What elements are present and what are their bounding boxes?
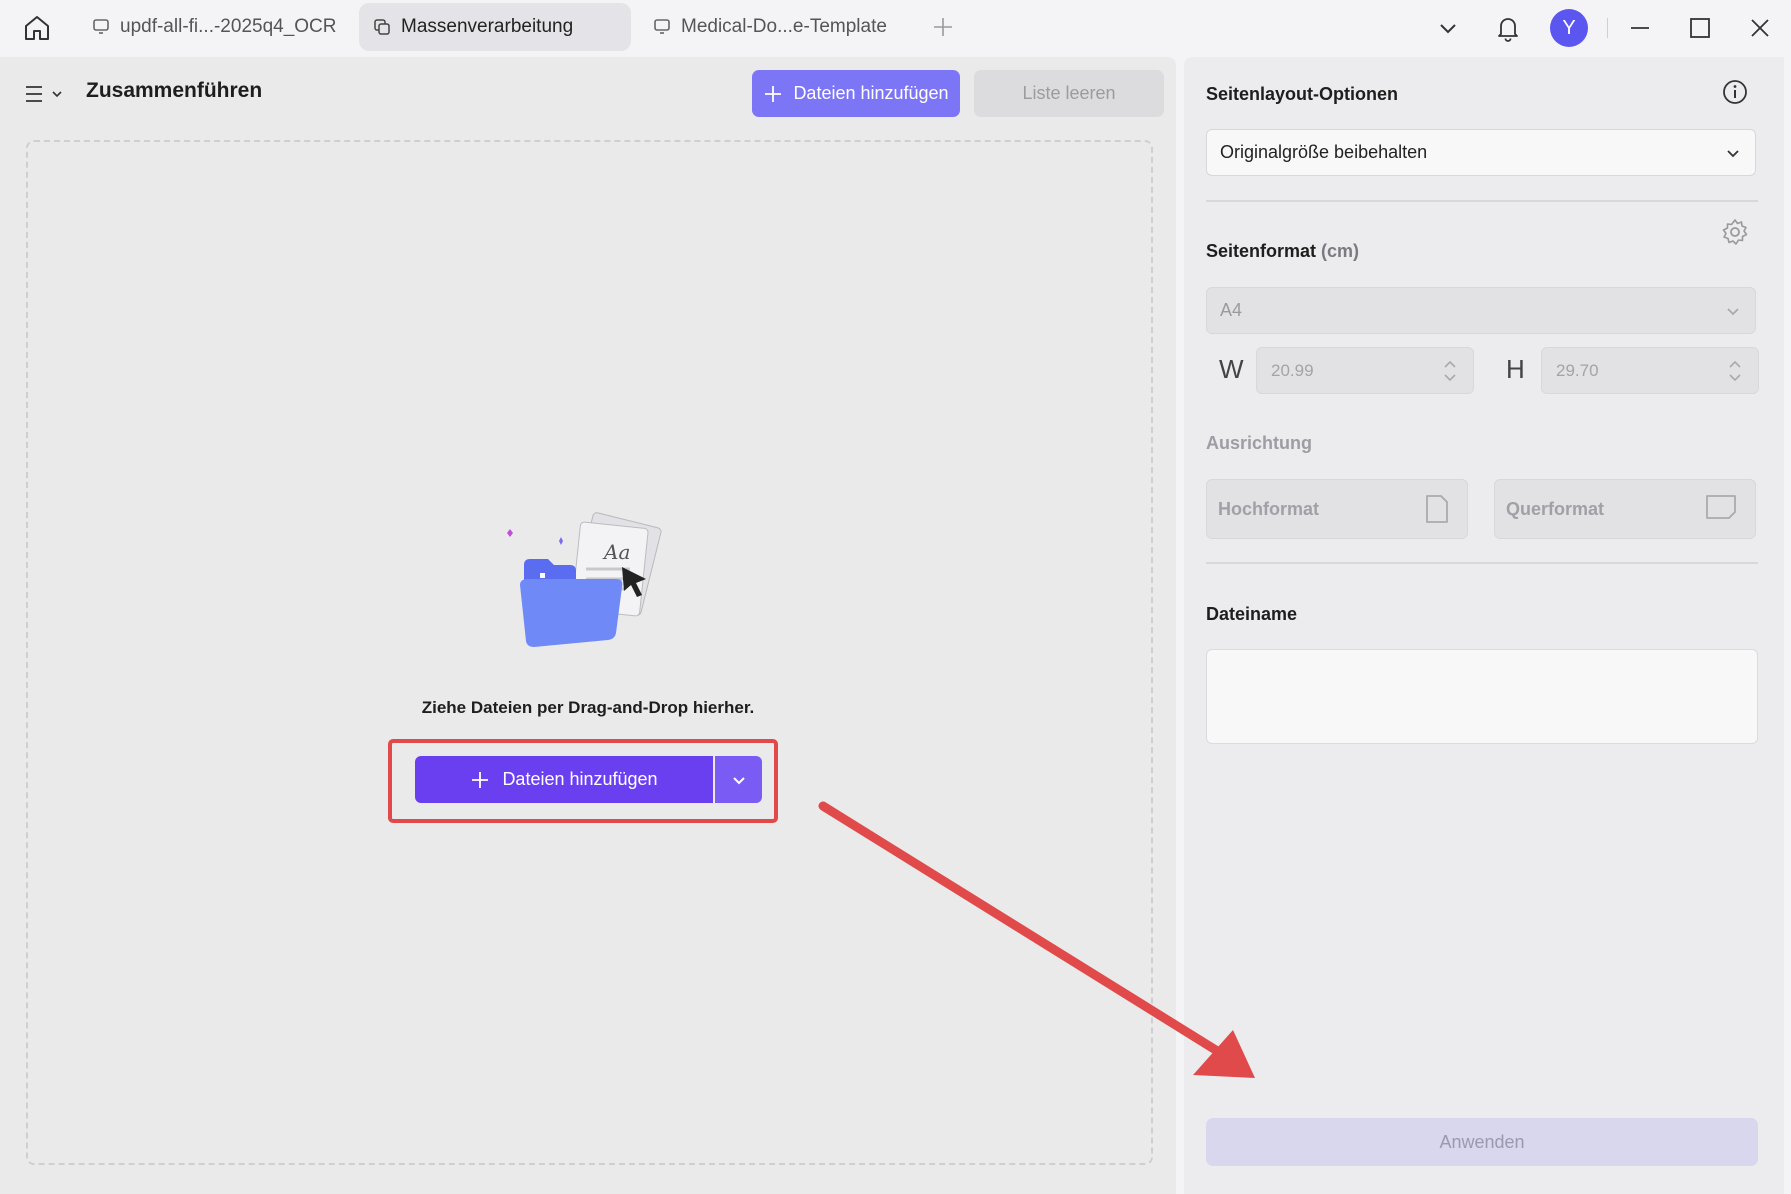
page-format-heading: Seitenformat (cm) (1206, 241, 1359, 262)
layout-select-value: Originalgröße beibehalten (1220, 142, 1428, 162)
add-files-button[interactable]: Dateien hinzufügen (752, 70, 960, 117)
orientation-heading: Ausrichtung (1206, 433, 1312, 453)
height-value: 29.70 (1556, 360, 1599, 380)
landscape-page-icon (1706, 495, 1736, 519)
home-icon (25, 16, 49, 40)
tab-label: Medical-Do...e-Template (681, 16, 887, 37)
maximize-button[interactable] (1680, 8, 1720, 48)
info-icon[interactable] (1722, 79, 1748, 105)
annotation-arrow (818, 801, 1255, 1078)
close-icon (1751, 19, 1769, 37)
plus-icon (472, 771, 489, 788)
chevron-down-icon (732, 776, 745, 784)
height-label: H (1506, 354, 1525, 384)
page-format-unit: (cm) (1321, 241, 1360, 261)
portrait-label: Hochformat (1218, 498, 1320, 519)
stepper-arrows-icon[interactable] (1728, 358, 1742, 384)
filename-heading: Dateiname (1206, 604, 1298, 624)
apply-label: Anwenden (1439, 1131, 1525, 1152)
height-input[interactable]: 29.70 (1541, 347, 1759, 394)
tab-batch-processing[interactable]: Massenverarbeitung (359, 3, 631, 51)
page-format-label: Seitenformat (1206, 241, 1317, 261)
copy-icon (371, 16, 393, 38)
minimize-button[interactable] (1620, 8, 1660, 48)
close-window-button[interactable] (1740, 8, 1780, 48)
apply-button[interactable]: Anwenden (1206, 1118, 1758, 1166)
filename-input[interactable] (1206, 649, 1758, 744)
plus-icon (934, 18, 952, 36)
bell-icon (1498, 18, 1518, 42)
clear-list-label: Liste leeren (1022, 83, 1116, 103)
layout-select[interactable]: Originalgröße beibehalten (1206, 129, 1756, 176)
plus-icon (765, 85, 782, 102)
page-title: Zusammenführen (86, 79, 263, 102)
tab-label: Massenverarbeitung (401, 16, 574, 37)
add-files-dropdown-button[interactable] (715, 756, 762, 803)
illustration-text: Aa (602, 540, 630, 564)
width-value: 20.99 (1271, 360, 1314, 380)
add-files-label: Dateien hinzufügen (793, 83, 949, 103)
titlebar-separator (1607, 18, 1608, 38)
menu-icon (26, 86, 42, 102)
tab-medical-template[interactable]: Medical-Do...e-Template (639, 3, 911, 51)
clear-list-button[interactable]: Liste leeren (974, 70, 1164, 117)
landscape-label: Querformat (1506, 498, 1605, 519)
title-bar: updf-all-fi...-2025q4_OCR Massenverarbei… (0, 0, 1791, 56)
add-files-main-button[interactable]: Dateien hinzufügen (415, 756, 713, 803)
notifications-button[interactable] (1488, 8, 1528, 48)
chevron-down-icon (52, 91, 62, 98)
stepper-arrows-icon[interactable] (1443, 358, 1457, 384)
tabs-dropdown-button[interactable] (1428, 8, 1468, 48)
width-label: W (1219, 354, 1244, 384)
page-format-value: A4 (1220, 300, 1243, 320)
minimize-icon (1631, 27, 1649, 29)
new-tab-button[interactable] (928, 12, 958, 42)
tab-ocr-document[interactable]: updf-all-fi...-2025q4_OCR (78, 3, 350, 51)
gear-icon[interactable] (1720, 217, 1750, 247)
home-button[interactable] (18, 10, 56, 46)
tab-label: updf-all-fi...-2025q4_OCR (120, 16, 337, 37)
monitor-icon (651, 16, 673, 38)
landscape-button[interactable]: Querformat (1494, 479, 1756, 539)
portrait-page-icon (1426, 495, 1448, 523)
drop-instruction: Ziehe Dateien per Drag-and-Drop hierher. (421, 698, 755, 717)
avatar[interactable]: Y (1550, 9, 1588, 47)
chevron-down-icon (1727, 308, 1739, 316)
portrait-button[interactable]: Hochformat (1206, 479, 1468, 539)
maximize-icon (1690, 18, 1710, 38)
layout-options-heading: Seitenlayout-Optionen (1206, 84, 1399, 104)
menu-button[interactable] (24, 79, 66, 109)
width-input[interactable]: 20.99 (1256, 347, 1474, 394)
chevron-down-icon (1727, 150, 1739, 158)
page-format-select[interactable]: A4 (1206, 287, 1756, 334)
chevron-down-icon (1440, 24, 1456, 34)
section-divider (1206, 562, 1758, 564)
section-divider (1206, 200, 1758, 202)
monitor-icon (90, 16, 112, 38)
folder-files-icon: Aa (507, 512, 662, 647)
add-files-main-label: Dateien hinzufügen (502, 769, 658, 789)
